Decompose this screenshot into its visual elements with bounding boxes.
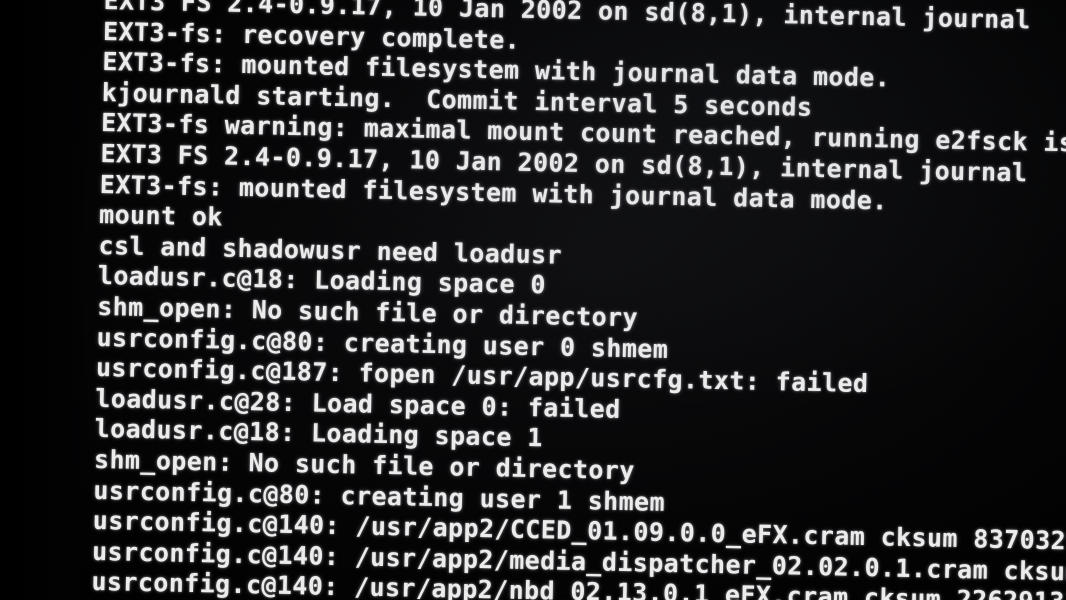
boot-console: EXT3 FS 2.4-0.9.17, 10 Jan 2002 on sd(8,… [91,0,1066,600]
screen-left-edge [0,0,92,600]
monitor-screen: EXT3 FS 2.4-0.9.17, 10 Jan 2002 on sd(8,… [0,0,1066,600]
